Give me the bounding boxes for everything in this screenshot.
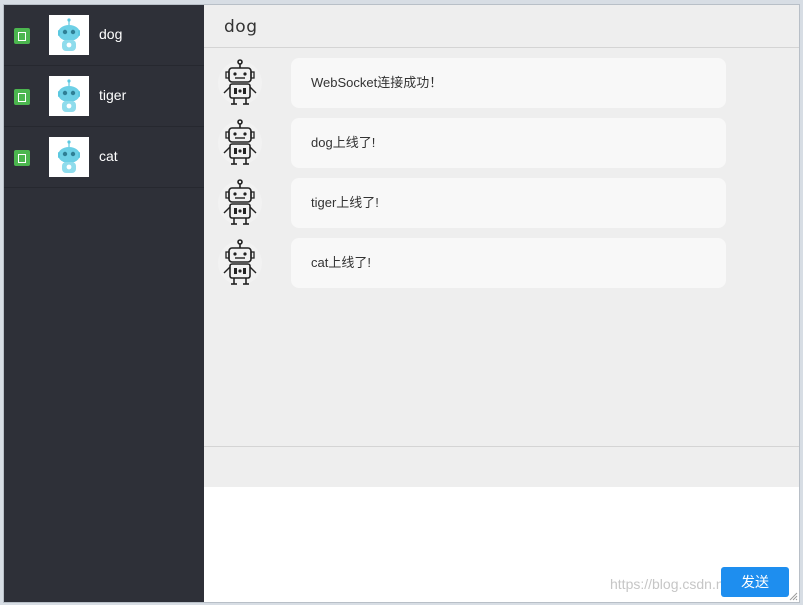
robot-icon: [218, 118, 263, 168]
contact-name: tiger: [99, 87, 127, 103]
contact-item-dog[interactable]: dog: [4, 5, 204, 66]
message-bubble: cat上线了!: [291, 238, 726, 288]
contact-name: dog: [99, 26, 123, 42]
chat-header: dog: [204, 5, 799, 48]
robot-icon: [218, 238, 263, 288]
robot-face-icon: [49, 15, 89, 55]
message-input-area[interactable]: https://blog.csdn.net/N_Feng 发送: [204, 487, 799, 602]
online-status-icon: [14, 28, 30, 44]
robot-face-icon: [49, 76, 89, 116]
online-status-icon: [14, 89, 30, 105]
contact-item-cat[interactable]: cat: [4, 127, 204, 188]
send-button[interactable]: 发送: [721, 567, 789, 597]
resize-grip-icon[interactable]: [788, 591, 798, 601]
online-status-icon: [14, 150, 30, 166]
composer-toolbar: [204, 446, 799, 488]
robot-icon: [218, 58, 263, 108]
contact-item-tiger[interactable]: tiger: [4, 66, 204, 127]
message-bubble: tiger上线了!: [291, 178, 726, 228]
message-item: tiger上线了!: [204, 178, 764, 230]
robot-face-icon: [49, 137, 89, 177]
message-bubble: WebSocket连接成功！: [291, 58, 726, 108]
message-item: cat上线了!: [204, 238, 764, 290]
message-item: dog上线了!: [204, 118, 764, 170]
robot-icon: [218, 178, 263, 228]
contact-name: cat: [99, 148, 118, 164]
message-list[interactable]: WebSocket连接成功！ dog上线了! tiger上线了! cat上线了!: [204, 48, 799, 446]
chat-panel: dog WebSocket连接成功！ dog上线了! tiger上线了! cat…: [204, 5, 799, 602]
contact-sidebar: dog tiger cat: [4, 5, 204, 602]
message-bubble: dog上线了!: [291, 118, 726, 168]
chat-title: dog: [224, 17, 258, 37]
chat-window: dog tiger cat dog WebSocket连接成功！ dog上线了!…: [3, 4, 800, 603]
message-item: WebSocket连接成功！: [204, 58, 764, 110]
